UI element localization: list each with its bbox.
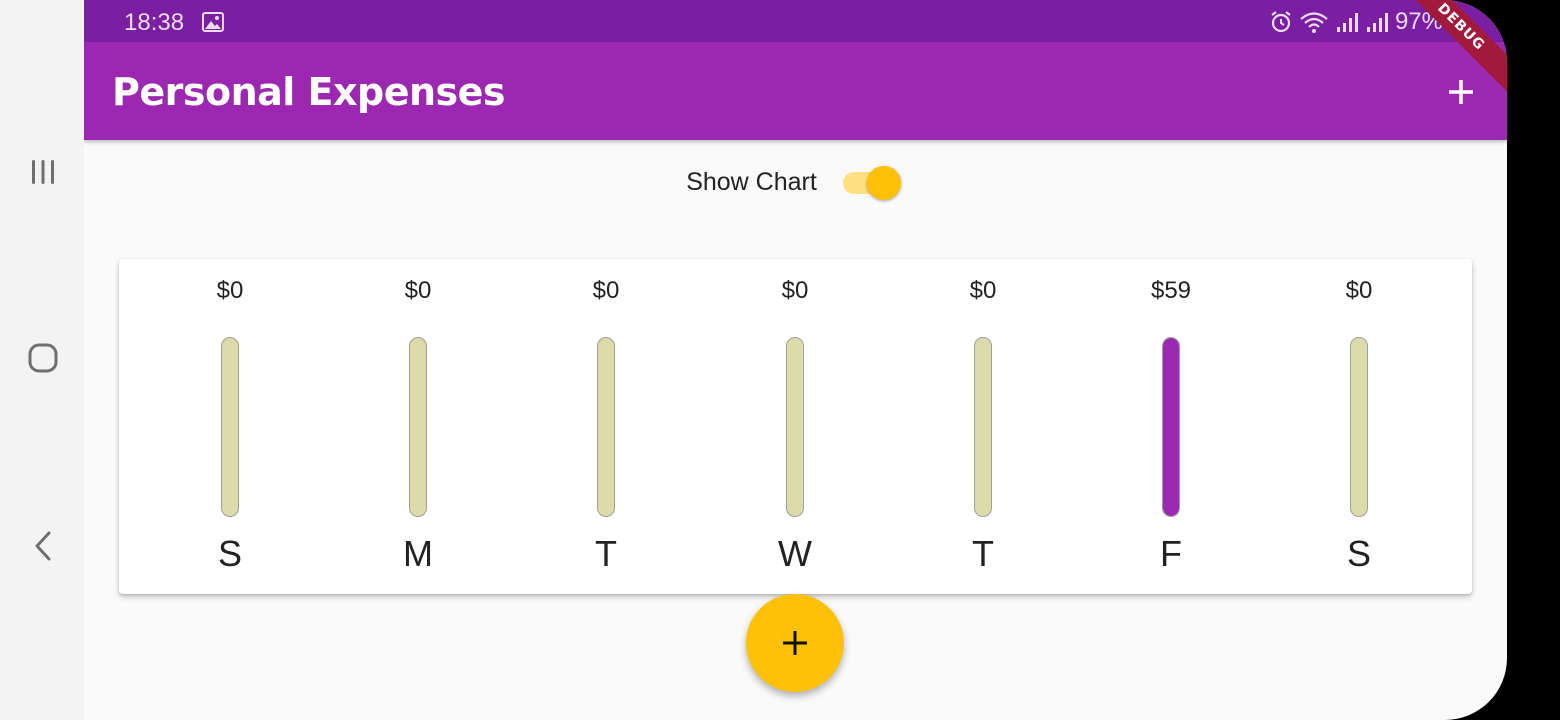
back-button[interactable] [22, 525, 64, 567]
bar-track [1162, 337, 1180, 517]
status-time: 18:38 [124, 9, 185, 36]
show-chart-switch[interactable] [841, 162, 905, 202]
bar-day-label: M [403, 533, 433, 574]
bar-day-label: S [217, 533, 242, 574]
image-icon [202, 12, 224, 32]
recents-button[interactable] [22, 151, 64, 193]
bar-track [786, 337, 804, 517]
home-button[interactable] [22, 337, 64, 379]
home-icon [28, 343, 58, 373]
show-chart-row: Show Chart [84, 160, 1507, 204]
status-bar: 18:38 97% [84, 0, 1507, 42]
bar-amount-label: $59 [1150, 277, 1192, 304]
bar-amount-label: $0 [404, 277, 432, 304]
bar-track [974, 337, 992, 517]
recents-icon [32, 160, 54, 184]
app-bar: Personal Expenses [84, 42, 1507, 140]
chart-bar-column: $0 T [546, 259, 666, 594]
bar-day-label: W [778, 533, 812, 574]
bar-amount-label: $0 [592, 277, 620, 304]
signal-icon [1366, 13, 1388, 32]
system-navigation-bar [0, 0, 84, 720]
bar-track [1350, 337, 1368, 517]
bar-amount-label: $0 [1345, 277, 1373, 304]
bar-track [409, 337, 427, 517]
bar-track [221, 337, 239, 517]
bar-day-label: S [1346, 533, 1371, 574]
bar-amount-label: $0 [781, 277, 809, 304]
app-screen: 18:38 97% Personal Expenses DEBUG Show C… [84, 0, 1507, 720]
alarm-icon [1271, 11, 1291, 33]
add-transaction-fab[interactable] [746, 594, 844, 692]
plus-icon [1449, 80, 1473, 104]
bar-day-label: T [595, 533, 617, 574]
signal-icon [1336, 13, 1358, 32]
bar-amount-label: $0 [216, 277, 244, 304]
add-expense-button[interactable] [1441, 72, 1481, 112]
chart-bar-column: $0 T [923, 259, 1043, 594]
chart-bar-column: $0 W [735, 259, 855, 594]
page-title: Personal Expenses [112, 70, 506, 114]
chart-bar-column: $0 S [1299, 259, 1419, 594]
plus-icon [783, 631, 807, 655]
chart-bar-column: $0 S [170, 259, 290, 594]
chart-bar-column: $0 M [358, 259, 478, 594]
bar-day-label: T [972, 533, 994, 574]
wifi-icon [1300, 12, 1328, 33]
back-icon [35, 531, 51, 561]
bar-track [597, 337, 615, 517]
chart-bars: $0 S $0 M $0 T $0 W $0 T $59 F $0 S [119, 259, 1472, 594]
bar-fill [1163, 338, 1179, 516]
bar-amount-label: $0 [969, 277, 997, 304]
show-chart-label: Show Chart [686, 167, 817, 196]
weekly-chart-card: $0 S $0 M $0 T $0 W $0 T $59 F $0 S [119, 259, 1472, 594]
chart-bar-column: $59 F [1111, 259, 1231, 594]
bar-day-label: F [1160, 533, 1182, 574]
switch-thumb [866, 166, 901, 200]
